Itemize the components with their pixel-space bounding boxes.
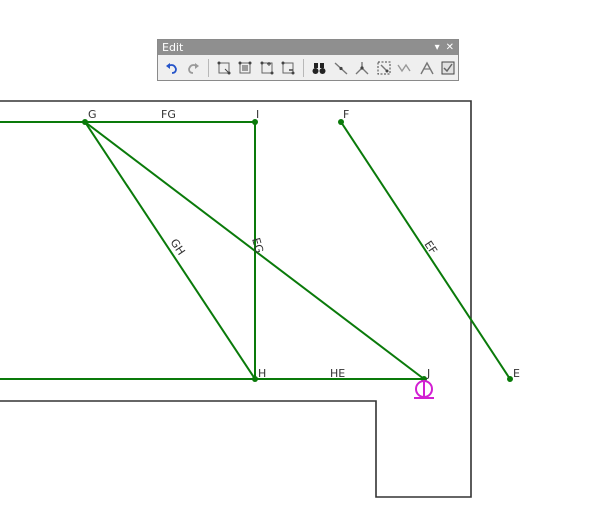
member-trim-icon	[420, 61, 434, 74]
node-label-i: I	[256, 108, 259, 121]
toolbar-separator	[208, 58, 210, 77]
member-split-icon	[334, 61, 348, 75]
pin-support-icon[interactable]	[414, 380, 434, 399]
binoculars-icon	[312, 62, 326, 74]
undo-button[interactable]	[162, 58, 182, 78]
redo-button[interactable]	[184, 58, 204, 78]
member-check-button[interactable]	[439, 58, 459, 78]
member-select-button[interactable]	[374, 58, 394, 78]
member-connect-icon	[355, 61, 369, 74]
node-select-button[interactable]	[236, 58, 256, 78]
member-label-ef: EF	[422, 238, 440, 256]
toolbar-close-icon[interactable]: ✕	[446, 40, 454, 55]
member-extend-icon	[397, 63, 411, 72]
member-label-eg: EG	[249, 236, 266, 254]
member-check-icon	[441, 61, 455, 74]
node-select-icon	[238, 61, 252, 73]
toolbar-dropdown-icon[interactable]: ▾	[435, 40, 440, 55]
edit-toolbar[interactable]: Edit ▾ ✕	[157, 39, 459, 81]
node-move-button[interactable]	[214, 58, 234, 78]
toolbar-title-bar[interactable]: Edit ▾ ✕	[158, 40, 458, 55]
find-button[interactable]	[309, 58, 329, 78]
node-delete-icon	[281, 61, 295, 74]
member-label-gh: GH	[168, 236, 188, 257]
node-label-f: F	[343, 108, 349, 121]
member-connect-button[interactable]	[352, 58, 372, 78]
node-add-button[interactable]	[257, 58, 277, 78]
member-extend-button[interactable]	[395, 58, 415, 78]
member-gh[interactable]	[84, 121, 256, 380]
node-label-h: H	[258, 367, 266, 380]
node-move-icon	[217, 61, 231, 74]
node-label-g: G	[88, 108, 97, 121]
toolbar-separator	[303, 58, 305, 77]
node-label-j: J	[426, 367, 430, 380]
member-trim-button[interactable]	[417, 58, 437, 78]
boundary-outline	[0, 100, 472, 498]
node-delete-button[interactable]	[279, 58, 299, 78]
member-split-button[interactable]	[331, 58, 351, 78]
undo-icon	[165, 62, 177, 74]
member-label-he: HE	[330, 367, 345, 380]
member-select-icon	[377, 61, 391, 74]
member-label-fg: FG	[161, 108, 176, 121]
toolbar-title: Edit	[162, 41, 184, 54]
node-add-icon	[260, 61, 274, 74]
redo-icon	[188, 62, 200, 74]
node-label-e: E	[513, 367, 520, 380]
